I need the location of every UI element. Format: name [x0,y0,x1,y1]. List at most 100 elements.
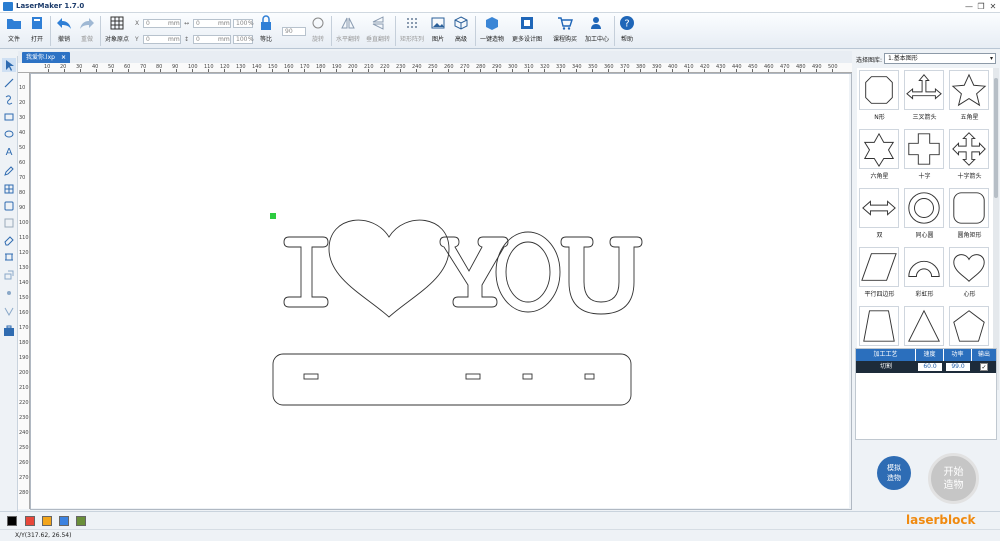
rotate-button[interactable]: 旋转 [308,15,328,47]
trim-tool-icon[interactable] [2,304,16,318]
file-button[interactable]: 文件 [4,15,24,47]
edit-node-icon[interactable] [2,216,16,230]
ruler-tick [304,69,305,72]
x-label: X [135,20,140,27]
array-grid-icon [407,18,417,28]
layer-process-table: 加工工艺 速度 功率 输出 切割 60.0 99.0 ✓ [855,348,997,440]
swatch-color[interactable] [7,516,17,526]
eraser-tool-icon[interactable] [2,233,16,247]
rectangle-tool-icon[interactable] [2,110,16,124]
i-love-you-outline[interactable] [283,219,643,318]
pen-tool-icon[interactable] [2,164,16,178]
ruler-tick [112,69,113,72]
shape-parallelogram[interactable]: 平行四边形 [857,245,902,304]
shape-cross[interactable]: 十字 [902,127,947,186]
undo-icon [57,18,71,29]
shape-cross-arrow[interactable]: 十字箭头 [947,127,992,186]
width-unit: mm [218,20,230,27]
drawing-canvas[interactable] [31,74,849,508]
ruler-tick-label: 70 [19,175,26,181]
line-tool-icon[interactable] [2,76,16,90]
ruler-tick [448,69,449,72]
ruler-tick [384,69,385,72]
ruler-tick [640,69,641,72]
base-plate-outline[interactable] [272,353,632,406]
toolbar-separator [100,16,101,46]
shape-five-star[interactable]: 五角星 [947,68,992,127]
shape-rounded-rect[interactable]: 圆角矩形 [947,186,992,245]
shape-double-arrow[interactable]: 双 [857,186,902,245]
help-button[interactable]: ? 帮助 [617,15,637,47]
process-cell[interactable]: 切割 [856,361,916,373]
swatch-color[interactable] [59,516,69,526]
simulate-button[interactable]: 模拟 造物 [877,456,911,490]
shape-concentric[interactable]: 同心圆 [902,186,947,245]
ruler-tick-label: 250 [19,445,29,451]
shape-rainbow[interactable]: 彩虹形 [902,245,947,304]
flip-vertical-icon [372,16,384,30]
open-button[interactable]: 打开 [27,15,47,47]
measure-tool-icon[interactable] [2,250,16,264]
undo-button[interactable]: 撤销 [54,15,74,47]
node-tool-icon[interactable] [2,286,16,300]
rotate-angle-select[interactable]: 90 [282,27,306,36]
course-purchase-button[interactable]: 课程购买 [549,15,581,47]
cursor-coordinates: X/Y(317.62, 26.54) [15,532,72,539]
flip-vertical-button[interactable]: 垂直翻转 [364,15,392,47]
ellipse-tool-icon[interactable] [2,127,16,141]
flip-horizontal-button[interactable]: 水平翻转 [334,15,362,47]
output-checkbox[interactable]: ✓ [980,363,988,371]
table-row[interactable]: 切割 60.0 99.0 ✓ [856,361,996,373]
curve-tool-icon[interactable] [2,93,16,107]
header-output: 输出 [977,351,990,358]
ruler-tick-label: 90 [19,205,26,211]
height-unit: mm [218,36,230,43]
height-icon: ↕ [184,36,190,43]
y-label: Y [135,36,139,43]
shape-triple-arrow[interactable]: 三叉箭头 [902,68,947,127]
frame-tool-icon[interactable] [2,199,16,213]
close-icon[interactable]: ✕ [986,1,1000,12]
svg-text:?: ? [624,19,629,30]
speed-cell[interactable]: 60.0 [918,363,942,371]
processing-center-button[interactable]: 加工中心 [582,15,612,47]
swatch-color[interactable] [25,516,35,526]
start-button[interactable]: 开始 造物 [928,453,979,504]
object-origin-button[interactable]: 对象原点 [103,15,131,47]
toolbar-separator [475,16,476,46]
ruler-tick-label: 80 [19,190,26,196]
more-designs-button[interactable]: 更多设计图 [509,15,545,47]
ruler-tick-label: 270 [19,475,29,481]
ruler-tick-label: 100 [19,220,29,226]
shape-grid-scrollbar[interactable] [993,68,999,390]
one-click-make-button[interactable]: 一键造物 [478,15,506,47]
redo-button[interactable]: 重做 [77,15,97,47]
svg-text:A: A [6,147,13,158]
weld-tool-icon[interactable] [2,268,16,282]
shape-library-select[interactable]: 1.基本图形 ▾ [884,53,996,64]
array-button[interactable]: 矩形阵列 [398,15,426,47]
shape-heart[interactable]: 心形 [947,245,992,304]
power-cell[interactable]: 99.0 [946,363,970,371]
toolbar-separator [614,16,615,46]
select-arrow-icon[interactable] [2,58,16,72]
ruler-tick-label: 30 [19,115,26,121]
lock-ratio-button[interactable]: 等比 [256,15,276,47]
document-tab[interactable]: 我爱你.lxp × [22,52,70,63]
hexagram-icon [859,129,899,169]
scrollbar-thumb[interactable] [994,78,998,198]
advanced-button[interactable]: 高级 [451,15,471,47]
swatch-color[interactable] [42,516,52,526]
text-tool-icon[interactable]: A [2,144,16,158]
shape-six-star[interactable]: 六角星 [857,127,902,186]
toolbox-icon[interactable] [2,324,16,338]
swatch-color[interactable] [76,516,86,526]
grid-tool-icon[interactable] [2,182,16,196]
image-button[interactable]: 图片 [428,15,448,47]
ruler-tick [704,69,705,72]
ruler-tick [816,69,817,72]
selection-handle[interactable] [270,213,276,219]
shape-n[interactable]: N形 [857,68,902,127]
tab-close-icon[interactable]: × [61,54,66,61]
ruler-tick-label: 160 [19,310,29,316]
